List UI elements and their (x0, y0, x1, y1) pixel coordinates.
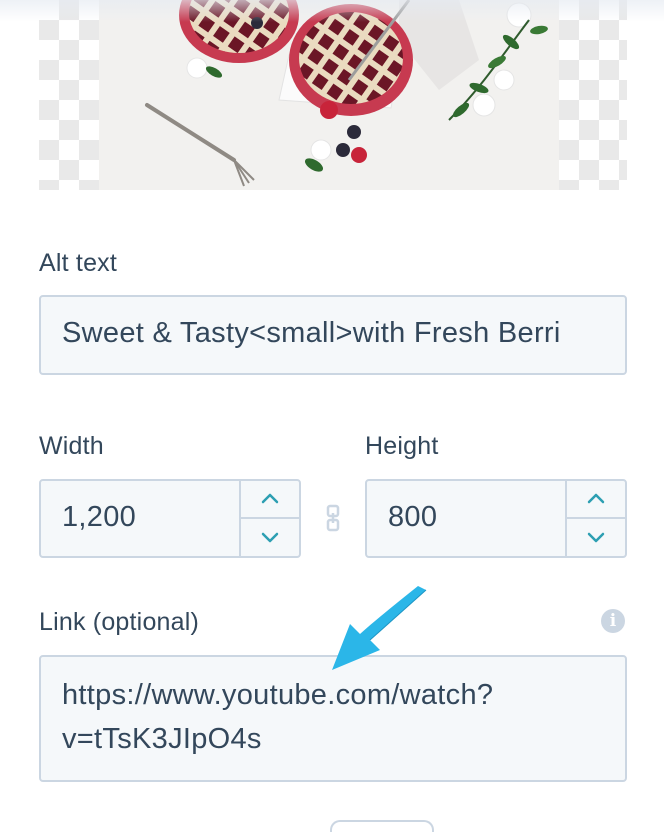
height-increment-button[interactable] (567, 481, 625, 519)
link-lock-icon (326, 504, 340, 532)
alt-text-value: Sweet & Tasty<small>with Fresh Berri (62, 317, 561, 349)
annotation-arrow-icon (332, 586, 427, 670)
pie-photo (99, 0, 559, 190)
alt-text-input[interactable]: Sweet & Tasty<small>with Fresh Berri (39, 295, 627, 375)
aspect-ratio-lock-button[interactable] (322, 504, 344, 532)
chevron-up-icon (587, 494, 605, 504)
width-input[interactable]: 1,200 (39, 479, 301, 558)
next-control (330, 820, 434, 832)
chevron-down-icon (587, 532, 605, 542)
height-stepper (565, 481, 625, 556)
alt-text-label: Alt text (39, 249, 118, 277)
image-preview[interactable] (39, 0, 627, 190)
top-shadow (0, 0, 664, 22)
link-value-line1: https://www.youtube.com/watch? (62, 679, 494, 711)
chevron-down-icon (261, 532, 279, 542)
width-label: Width (39, 432, 104, 460)
width-increment-button[interactable] (241, 481, 299, 519)
height-input[interactable]: 800 (365, 479, 627, 558)
height-decrement-button[interactable] (567, 519, 625, 557)
link-value-line2: v=tTsK3JIpO4s (62, 723, 262, 755)
width-decrement-button[interactable] (241, 519, 299, 557)
width-value: 1,200 (62, 501, 137, 533)
width-stepper (239, 481, 299, 556)
chevron-up-icon (261, 494, 279, 504)
info-icon[interactable]: i (601, 609, 625, 633)
height-value: 800 (388, 501, 438, 533)
height-label: Height (365, 432, 439, 460)
link-label: Link (optional) (39, 608, 200, 636)
